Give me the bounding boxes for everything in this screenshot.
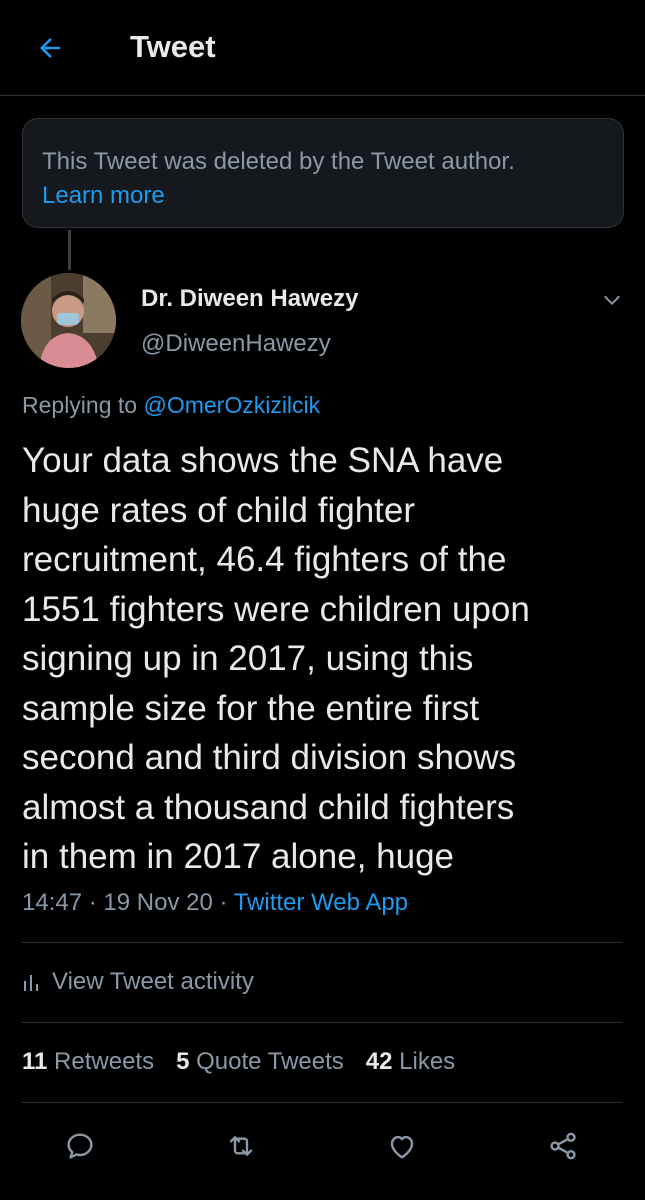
meta-separator: · — [219, 889, 228, 916]
arrow-left-icon — [40, 38, 60, 58]
replying-prefix: Replying to — [22, 392, 138, 418]
like-button[interactable] — [380, 1124, 424, 1168]
retweets-stat[interactable]: 11 Retweets — [22, 1048, 154, 1076]
reply-mention-link[interactable]: @OmerOzkizilcik — [143, 392, 320, 418]
divider — [22, 942, 623, 943]
likes-stat[interactable]: 42 Likes — [366, 1048, 455, 1076]
share-button[interactable] — [541, 1124, 585, 1168]
tweet-text: Your data shows the SNA have huge rates … — [22, 441, 530, 876]
view-activity-label: View Tweet activity — [52, 968, 254, 995]
author-handle[interactable]: @DiweenHawezy — [141, 330, 331, 358]
like-icon — [390, 1135, 414, 1159]
deleted-tweet-notice: This Tweet was deleted by the Tweet auth… — [22, 118, 624, 228]
retweets-label: Retweets — [54, 1048, 155, 1075]
back-button[interactable] — [30, 28, 70, 68]
divider — [22, 1022, 623, 1023]
view-activity-button[interactable]: View Tweet activity — [22, 968, 254, 996]
deleted-notice-text: This Tweet was deleted by the Tweet auth… — [42, 148, 515, 175]
learn-more-link[interactable]: Learn more — [42, 179, 604, 213]
chevron-down-icon — [604, 295, 620, 305]
likes-count: 42 — [365, 1048, 393, 1075]
quotes-count: 5 — [176, 1048, 190, 1075]
share-icon — [550, 1132, 576, 1160]
engagement-stats: 11 Retweets 5 Quote Tweets 42 Likes — [22, 1048, 455, 1076]
retweet-icon — [229, 1136, 253, 1156]
tweet-time: 14:47 — [22, 889, 83, 916]
quote-tweets-stat[interactable]: 5 Quote Tweets — [176, 1048, 344, 1076]
thread-connector-line — [68, 230, 71, 270]
bar-chart-icon — [24, 975, 38, 991]
page-title: Tweet — [130, 29, 216, 64]
quotes-label: Quote Tweets — [196, 1048, 344, 1075]
replying-to: Replying to @OmerOzkizilcik — [22, 392, 320, 419]
retweets-count: 11 — [22, 1048, 48, 1075]
top-bar: Tweet — [0, 0, 645, 96]
meta-separator: · — [88, 889, 97, 916]
retweet-button[interactable] — [219, 1124, 263, 1168]
divider — [22, 1102, 623, 1103]
avatar-image — [21, 273, 116, 368]
tweet-date: 19 Nov 20 — [103, 889, 213, 916]
avatar[interactable] — [21, 273, 116, 368]
author-name[interactable]: Dr. Diween Hawezy — [141, 285, 358, 313]
tweet-actions-bar — [0, 1110, 645, 1180]
reply-icon — [67, 1133, 93, 1159]
likes-label: Likes — [399, 1048, 456, 1075]
reply-button[interactable] — [58, 1124, 102, 1168]
tweet-source-link[interactable]: Twitter Web App — [234, 889, 408, 916]
tweet-meta: 14:47 · 19 Nov 20 · Twitter Web App — [22, 889, 408, 917]
more-options-button[interactable] — [598, 286, 626, 314]
